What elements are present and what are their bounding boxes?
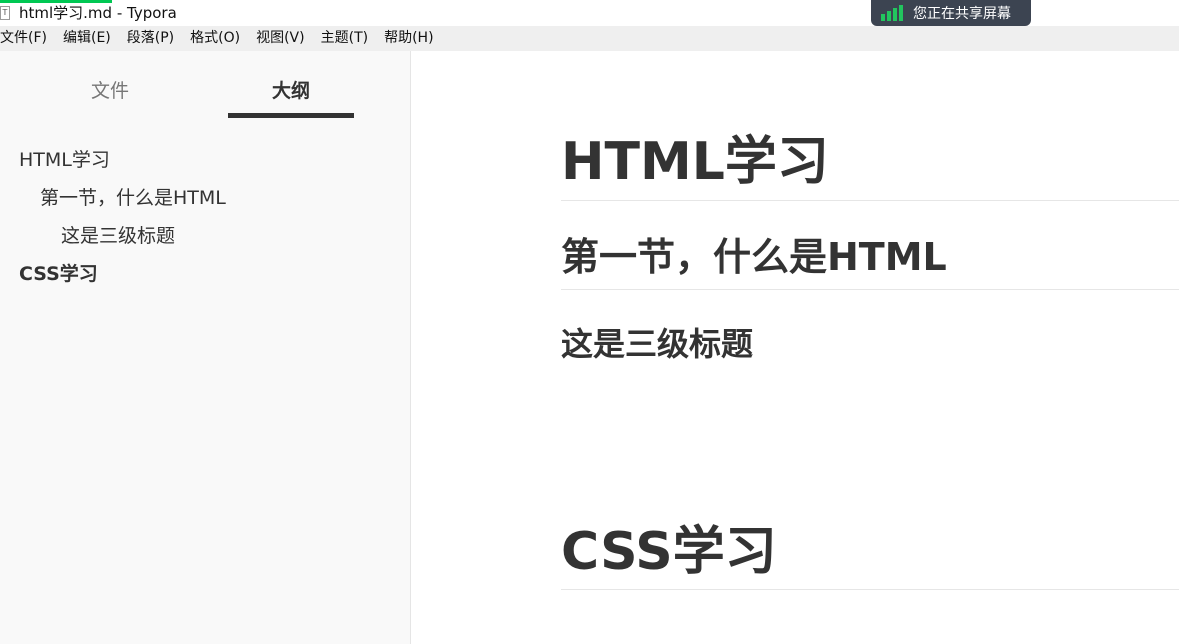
- heading-html[interactable]: HTML学习: [561, 119, 829, 194]
- menu-format[interactable]: 格式(O): [182, 26, 248, 51]
- menu-view[interactable]: 视图(V): [248, 26, 313, 51]
- typora-app-icon: T: [0, 6, 10, 20]
- window-title: html学习.md - Typora: [19, 4, 177, 22]
- editor-area[interactable]: HTML学习 第一节，什么是HTML 这是三级标题 CSS学习: [411, 51, 1179, 644]
- tab-files[interactable]: 文件: [47, 76, 173, 103]
- outline-item-html[interactable]: HTML学习: [19, 145, 110, 172]
- menu-edit[interactable]: 编辑(E): [55, 26, 119, 51]
- outline-item-css[interactable]: CSS学习: [19, 259, 98, 286]
- outline-item-what-is-html[interactable]: 第一节，什么是HTML: [40, 183, 226, 210]
- sidebar-tabs: 文件 大纲: [0, 51, 410, 119]
- heading-css[interactable]: CSS学习: [561, 509, 777, 584]
- heading-rule: [561, 289, 1179, 290]
- sidebar: 文件 大纲 HTML学习 第一节，什么是HTML 这是三级标题 CSS学习: [0, 51, 411, 644]
- heading-what-is-html[interactable]: 第一节，什么是HTML: [561, 226, 947, 281]
- menu-bar: 文件(F) 编辑(E) 段落(P) 格式(O) 视图(V) 主题(T) 帮助(H…: [0, 26, 1179, 51]
- signal-bars-icon: [881, 5, 903, 21]
- menu-help[interactable]: 帮助(H): [376, 26, 441, 51]
- outline-item-third-level[interactable]: 这是三级标题: [61, 221, 175, 248]
- heading-rule: [561, 589, 1179, 590]
- menu-paragraph[interactable]: 段落(P): [119, 26, 182, 51]
- screen-share-label: 您正在共享屏幕: [913, 6, 1011, 22]
- heading-third-level[interactable]: 这是三级标题: [561, 319, 753, 365]
- menu-theme[interactable]: 主题(T): [313, 26, 376, 51]
- heading-rule: [561, 200, 1179, 201]
- menu-file[interactable]: 文件(F): [0, 26, 55, 51]
- screen-share-badge[interactable]: 您正在共享屏幕: [871, 0, 1031, 26]
- active-tab-indicator: [228, 113, 354, 118]
- tab-outline[interactable]: 大纲: [228, 76, 354, 103]
